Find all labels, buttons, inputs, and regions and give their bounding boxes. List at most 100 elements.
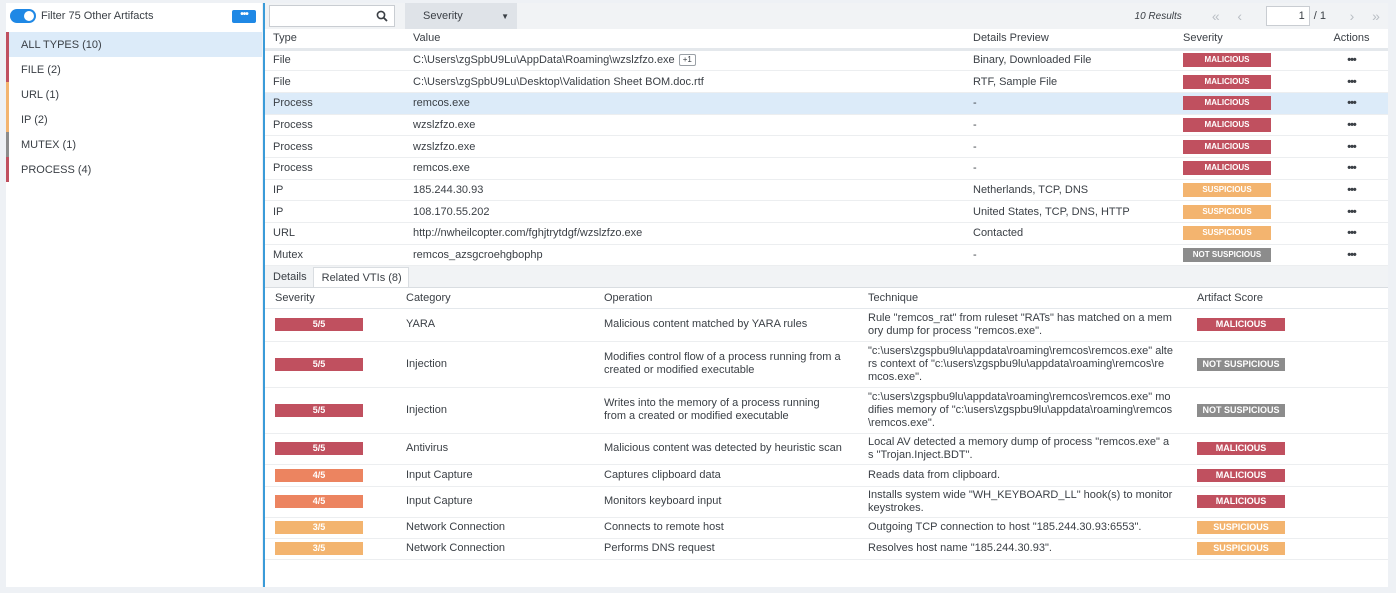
prev-page-icon[interactable]: ‹ [1228,8,1252,24]
type-filter-item[interactable]: MUTEX (1) [6,132,262,157]
artifact-value-cell: http://nwheilcopter.com/fghjtrytdgf/wzsl… [405,222,965,245]
row-actions-icon[interactable]: ••• [1315,135,1388,158]
row-actions-icon[interactable]: ••• [1315,92,1388,115]
search-icon[interactable] [376,10,388,22]
column-header-type[interactable]: Type [265,29,405,51]
row-actions-icon[interactable]: ••• [1315,70,1388,93]
page-total: / 1 [1313,10,1326,22]
type-filter-item[interactable]: URL (1) [6,82,262,107]
artifact-row[interactable]: Process remcos.exe - MALICIOUS ••• [265,157,1388,180]
search-input[interactable] [270,6,370,26]
vti-artifact-score-cell: NOT SUSPICIOUS [1187,387,1388,434]
vti-operation: Writes into the memory of a process runn… [594,387,858,434]
artifact-type: Process [265,157,405,180]
type-filter-list: ALL TYPES (10) FILE (2) URL (1) IP (2) MUTEX… [6,32,262,182]
artifact-type: IP [265,179,405,202]
artifacts-panel: Severity ▼ 10 Results « ‹ 1 / 1 › » Type… [263,3,1388,587]
artifact-score-badge: MALICIOUS [1197,495,1285,509]
artifact-severity-cell: SUSPICIOUS [1175,222,1315,245]
more-options-button[interactable]: ••• [232,9,256,23]
type-filter-item[interactable]: ALL TYPES (10) [6,32,262,57]
row-actions-icon[interactable]: ••• [1315,200,1388,223]
artifact-row[interactable]: IP 108.170.55.202 United States, TCP, DNS,… [265,200,1388,223]
vti-category: YARA [396,308,594,342]
column-header-severity[interactable]: Severity [1175,29,1315,51]
artifact-type: Process [265,135,405,158]
vti-row[interactable]: 3/5 Network Connection Performs DNS reques… [265,538,1388,560]
artifact-row[interactable]: URL http://nwheilcopter.com/fghjtrytdgf/w… [265,222,1388,245]
detail-tab[interactable]: Details [265,267,313,287]
row-actions-icon[interactable]: ••• [1315,157,1388,180]
filter-bar: Filter 75 Other Artifacts ••• [6,3,262,29]
severity-badge: MALICIOUS [1183,74,1271,89]
column-header-details[interactable]: Details Preview [965,29,1175,51]
search-box[interactable] [269,5,395,27]
type-filter-item[interactable]: PROCESS (4) [6,157,262,182]
artifact-row[interactable]: File C:\Users\zgSpbU9Lu\Desktop\Validatio… [265,70,1388,93]
artifact-row[interactable]: Mutex remcos_azsgcroehgbophp - NOT SUSPICIO… [265,244,1388,267]
artifact-severity-cell: MALICIOUS [1175,70,1315,93]
page-number-input[interactable]: 1 [1265,6,1310,26]
column-header-operation[interactable]: Operation [594,288,858,309]
severity-badge: SUSPICIOUS [1183,182,1271,197]
next-page-icon[interactable]: › [1340,8,1364,24]
vti-row[interactable]: 4/5 Input Capture Captures clipboard data R… [265,464,1388,487]
artifact-severity-cell: MALICIOUS [1175,92,1315,115]
vti-row[interactable]: 4/5 Input Capture Monitors keyboard input I… [265,486,1388,518]
artifact-row[interactable]: Process wzslzfzo.exe - MALICIOUS ••• [265,135,1388,158]
filter-toggle[interactable] [10,9,36,23]
vti-row[interactable]: 5/5 Injection Modifies control flow of a p… [265,341,1388,388]
artifact-value-cell: wzslzfzo.exe [405,114,965,137]
artifact-score-badge: MALICIOUS [1197,442,1285,456]
vti-operation: Monitors keyboard input [594,486,858,518]
row-actions-icon[interactable]: ••• [1315,114,1388,137]
column-header-artifact-score[interactable]: Artifact Score [1187,288,1388,309]
vti-artifact-score-cell: MALICIOUS [1187,464,1388,487]
vti-score-badge: 5/5 [275,442,363,456]
row-actions-icon[interactable]: ••• [1315,49,1388,72]
detail-tab[interactable]: Related VTIs (8) [312,267,409,288]
vti-severity-cell: 4/5 [265,486,396,518]
column-header-category[interactable]: Category [396,288,594,309]
severity-badge: MALICIOUS [1183,139,1271,154]
first-page-icon[interactable]: « [1204,8,1228,24]
artifacts-header-row: Type Value Details Preview Severity Acti… [265,29,1388,51]
artifact-row[interactable]: IP 185.244.30.93 Netherlands, TCP, DNS SUSP… [265,179,1388,202]
vti-artifact-score-cell: SUSPICIOUS [1187,538,1388,560]
last-page-icon[interactable]: » [1364,8,1388,24]
artifact-value-cell: remcos_azsgcroehgbophp [405,244,965,267]
type-filter-label: PROCESS (4) [21,163,92,176]
artifact-row[interactable]: Process remcos.exe - MALICIOUS ••• [265,92,1388,115]
artifact-details: Netherlands, TCP, DNS [965,179,1175,202]
vti-row[interactable]: 5/5 Antivirus Malicious content was detect… [265,433,1388,465]
type-filter-label: ALL TYPES (10) [21,38,102,51]
artifact-row[interactable]: Process wzslzfzo.exe - MALICIOUS ••• [265,114,1388,137]
column-header-technique[interactable]: Technique [858,288,1187,309]
row-actions-icon[interactable]: ••• [1315,179,1388,202]
column-header-vti-severity[interactable]: Severity [265,288,396,309]
vti-operation: Captures clipboard data [594,464,858,487]
vti-row[interactable]: 3/5 Network Connection Connects to remote … [265,517,1388,539]
artifact-severity-cell: NOT SUSPICIOUS [1175,244,1315,267]
additional-values-badge[interactable]: +1 [678,54,696,67]
vti-row[interactable]: 5/5 YARA Malicious content matched by YARA… [265,308,1388,342]
severity-dropdown[interactable]: Severity ▼ [405,3,517,29]
vti-row[interactable]: 5/5 Injection Writes into the memory of a … [265,387,1388,434]
type-filter-item[interactable]: IP (2) [6,107,262,132]
artifact-type: File [265,49,405,72]
vti-score-badge: 5/5 [275,403,363,417]
vti-score-badge: 4/5 [275,495,363,509]
row-actions-icon[interactable]: ••• [1315,244,1388,267]
artifact-value: http://nwheilcopter.com/fghjtrytdgf/wzsl… [413,227,643,240]
artifact-severity-cell: SUSPICIOUS [1175,200,1315,223]
vti-score-badge: 5/5 [275,357,363,371]
artifact-row[interactable]: File C:\Users\zgSpbU9Lu\AppData\Roaming\w… [265,49,1388,72]
column-header-value[interactable]: Value [405,29,965,51]
artifact-severity-cell: SUSPICIOUS [1175,179,1315,202]
row-actions-icon[interactable]: ••• [1315,222,1388,245]
vti-artifact-score-cell: MALICIOUS [1187,433,1388,465]
artifact-type: URL [265,222,405,245]
vti-technique: "c:\users\zgspbu9lu\appdata\roaming\remc… [858,387,1187,434]
type-filter-item[interactable]: FILE (2) [6,57,262,82]
severity-badge: MALICIOUS [1183,117,1271,132]
